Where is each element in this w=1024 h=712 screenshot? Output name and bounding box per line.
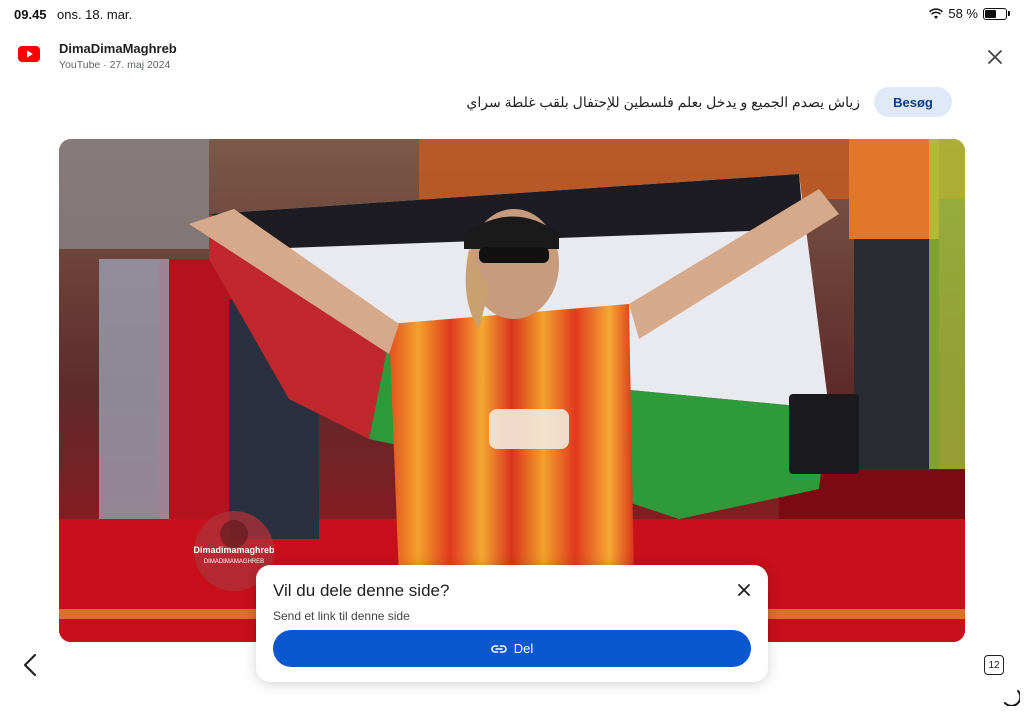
close-icon[interactable] (734, 580, 754, 600)
share-button[interactable]: Del (273, 630, 751, 667)
battery-icon (983, 7, 1007, 20)
article-title: زياش يصدم الجميع و يدخل بعلم فلسطين للإح… (466, 94, 860, 110)
source-meta: YouTube · 27. maj 2024 (59, 59, 171, 71)
share-dialog: Vil du dele denne side? Send et link til… (256, 565, 768, 682)
visit-button[interactable]: Besøg (874, 87, 952, 117)
watermark-name: Dimadimamaghreb (193, 545, 275, 555)
wifi-icon (929, 7, 944, 19)
status-time: 09.45 (14, 7, 47, 22)
share-button-label: Del (513, 641, 534, 656)
status-bar: 09.45 ons. 18. mar. 58 % (0, 0, 1024, 28)
share-title: Vil du dele denne side? (273, 581, 450, 600)
article-row: زياش يصدم الجميع و يدخل بعلم فلسطين للإح… (60, 87, 952, 119)
link-icon (491, 644, 507, 653)
spinner-icon (1004, 690, 1020, 706)
status-indicators: 58 % (929, 6, 1010, 21)
tabs-icon[interactable]: 12 (984, 655, 1004, 675)
source-header: DimaDimaMaghreb YouTube · 27. maj 2024 (18, 38, 1006, 76)
watermark-sub: DIMADIMAMAGHREB (204, 559, 264, 565)
battery-percent: 58 % (948, 6, 978, 21)
close-icon[interactable] (984, 46, 1006, 68)
status-date: ons. 18. mar. (57, 7, 133, 22)
share-subtitle: Send et link til denne side (273, 609, 410, 623)
source-name: DimaDimaMaghreb (59, 41, 177, 56)
back-icon[interactable] (18, 652, 44, 678)
youtube-icon (18, 46, 40, 62)
